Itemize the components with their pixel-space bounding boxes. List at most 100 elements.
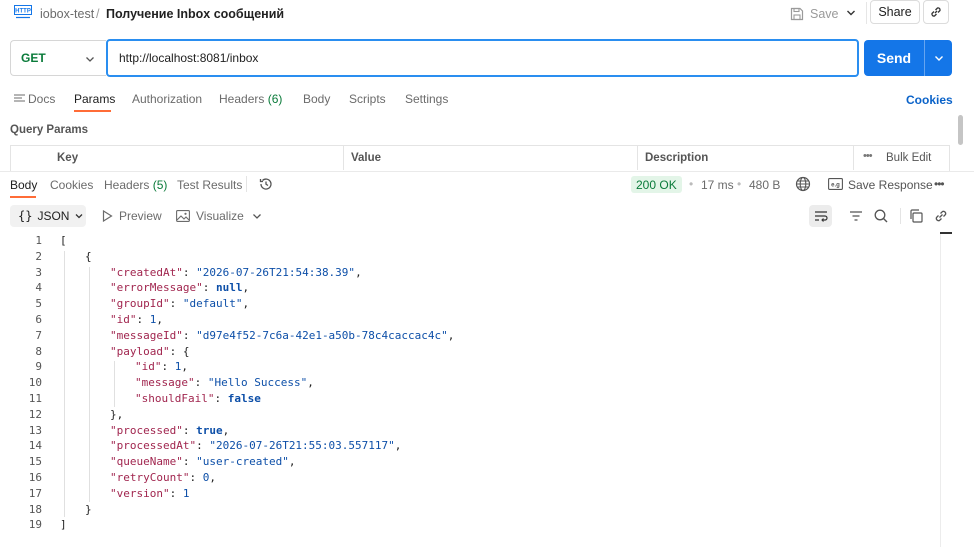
- visualize-button[interactable]: Visualize: [176, 209, 244, 223]
- tab-scripts[interactable]: Scripts: [349, 92, 386, 106]
- code-line: 10 "message": "Hello Success",: [0, 375, 940, 391]
- wrap-lines-button[interactable]: [809, 205, 832, 227]
- code-line: 11 "shouldFail": false: [0, 391, 940, 407]
- bulk-edit-button[interactable]: Bulk Edit: [886, 152, 931, 164]
- copy-icon[interactable]: [908, 208, 924, 224]
- response-tab-headers-count: (5): [152, 178, 168, 192]
- cookies-link[interactable]: Cookies: [906, 93, 953, 107]
- response-tab-headers-label: Headers: [104, 178, 150, 192]
- json-value: false: [227, 392, 261, 405]
- copy-link-button[interactable]: [923, 0, 949, 24]
- example-icon: e.g: [828, 178, 843, 190]
- svg-text:HTTP: HTTP: [15, 9, 31, 15]
- response-size[interactable]: 480 B: [749, 178, 780, 192]
- json-punctuation: ,: [242, 281, 250, 295]
- line-number: 1: [35, 234, 42, 247]
- method-label: GET: [21, 51, 46, 65]
- json-punctuation: ,: [222, 423, 230, 437]
- tab-headers-label: Headers: [219, 92, 265, 106]
- active-tab-indicator: [74, 110, 111, 112]
- scrollbar-thumb[interactable]: [958, 115, 963, 145]
- response-tab-test-results[interactable]: Test Results: [177, 178, 242, 192]
- save-button[interactable]: Save: [790, 4, 839, 24]
- code-line: 14 "processedAt": "2026-07-26T21:55:03.55…: [0, 438, 940, 454]
- code-line: 9 "id": 1,: [0, 359, 940, 375]
- separator-dot: •: [737, 177, 742, 191]
- more-options-icon[interactable]: •••: [934, 177, 945, 191]
- line-number: 15: [28, 455, 42, 469]
- url-input[interactable]: http://localhost:8081/inbox: [106, 39, 859, 77]
- line-number: 12: [28, 407, 42, 421]
- code-text: {: [85, 249, 92, 263]
- preview-button[interactable]: Preview: [102, 209, 162, 223]
- link-icon[interactable]: [933, 208, 949, 224]
- request-title[interactable]: Получение Inbox сообщений: [106, 7, 284, 21]
- chevron-down-icon: [934, 56, 943, 61]
- tab-settings[interactable]: Settings: [405, 92, 448, 106]
- share-label: Share: [878, 5, 912, 19]
- json-key: "shouldFail": [135, 392, 215, 405]
- indent-guide: [89, 266, 90, 502]
- save-response-button[interactable]: Save Response: [848, 178, 933, 192]
- separator-dot: •: [689, 177, 694, 191]
- tab-docs[interactable]: Docs: [28, 92, 55, 106]
- chevron-down-icon[interactable]: [844, 6, 858, 20]
- send-button[interactable]: Send: [864, 40, 952, 76]
- json-punctuation: ,: [242, 297, 250, 311]
- json-punctuation: ,: [307, 376, 314, 390]
- more-options-icon[interactable]: •••: [863, 150, 873, 162]
- json-punctuation: ,: [447, 328, 455, 342]
- history-icon[interactable]: [258, 176, 274, 192]
- save-icon: [790, 7, 804, 21]
- response-tab-headers[interactable]: Headers (5): [104, 178, 167, 192]
- line-number: 8: [35, 344, 42, 358]
- response-tab-body[interactable]: Body: [10, 178, 37, 192]
- code-line: 13 "processed": true,: [0, 423, 940, 439]
- code-line: 5 "groupId": "default",: [0, 296, 940, 312]
- code-line: 7 "messageId": "d97e4f52-7c6a-42e1-a50b-7…: [0, 328, 940, 344]
- json-value: null: [215, 281, 243, 295]
- code-text: }: [85, 502, 92, 516]
- query-params-title: Query Params: [10, 124, 88, 136]
- status-badge[interactable]: 200 OK: [631, 176, 682, 193]
- breadcrumb-collection[interactable]: iobox-test: [40, 7, 94, 21]
- active-tab-indicator: [10, 196, 36, 198]
- tab-body[interactable]: Body: [303, 92, 330, 106]
- share-button[interactable]: Share: [870, 0, 920, 24]
- json-key: "id": [110, 313, 137, 326]
- code-text: },: [110, 407, 124, 421]
- tab-headers[interactable]: Headers (6): [219, 92, 282, 106]
- chevron-down-icon[interactable]: [251, 210, 263, 222]
- json-key: "createdAt": [110, 265, 183, 279]
- code-line: 6 "id": 1,: [0, 312, 940, 328]
- line-number: 4: [35, 281, 42, 295]
- code-line: 4 "errorMessage": null,: [0, 280, 940, 296]
- filter-icon[interactable]: [848, 208, 864, 224]
- code-line: 19]: [0, 517, 940, 533]
- json-value: 1: [182, 486, 190, 500]
- method-select[interactable]: GET: [10, 40, 106, 76]
- json-key: "messageId": [110, 328, 183, 342]
- globe-icon[interactable]: [795, 176, 811, 192]
- tab-authorization[interactable]: Authorization: [132, 92, 202, 106]
- send-label: Send: [876, 50, 912, 66]
- editor-scroll-track: [940, 233, 941, 547]
- code-text: "retryCount": 0,: [110, 471, 216, 484]
- line-number: 19: [28, 518, 42, 532]
- format-select[interactable]: {} JSON: [10, 205, 86, 227]
- json-value: "2026-07-26T21:55:03.557117": [209, 439, 395, 453]
- line-number: 17: [28, 486, 42, 500]
- docs-icon: [14, 94, 25, 102]
- link-icon: [931, 7, 941, 17]
- query-params-table: [10, 145, 950, 171]
- line-number: 7: [35, 328, 42, 342]
- code-text: "messageId": "d97e4f52-7c6a-42e1-a50b-78…: [110, 328, 455, 342]
- search-icon[interactable]: [873, 208, 889, 224]
- tab-params[interactable]: Params: [74, 92, 115, 106]
- line-number: 3: [35, 265, 42, 279]
- svg-text:e.g: e.g: [831, 183, 840, 189]
- response-tab-cookies[interactable]: Cookies: [50, 178, 93, 192]
- response-time[interactable]: 17 ms: [701, 178, 734, 192]
- send-options-button[interactable]: [925, 52, 952, 64]
- code-line: 15 "queueName": "user-created",: [0, 454, 940, 470]
